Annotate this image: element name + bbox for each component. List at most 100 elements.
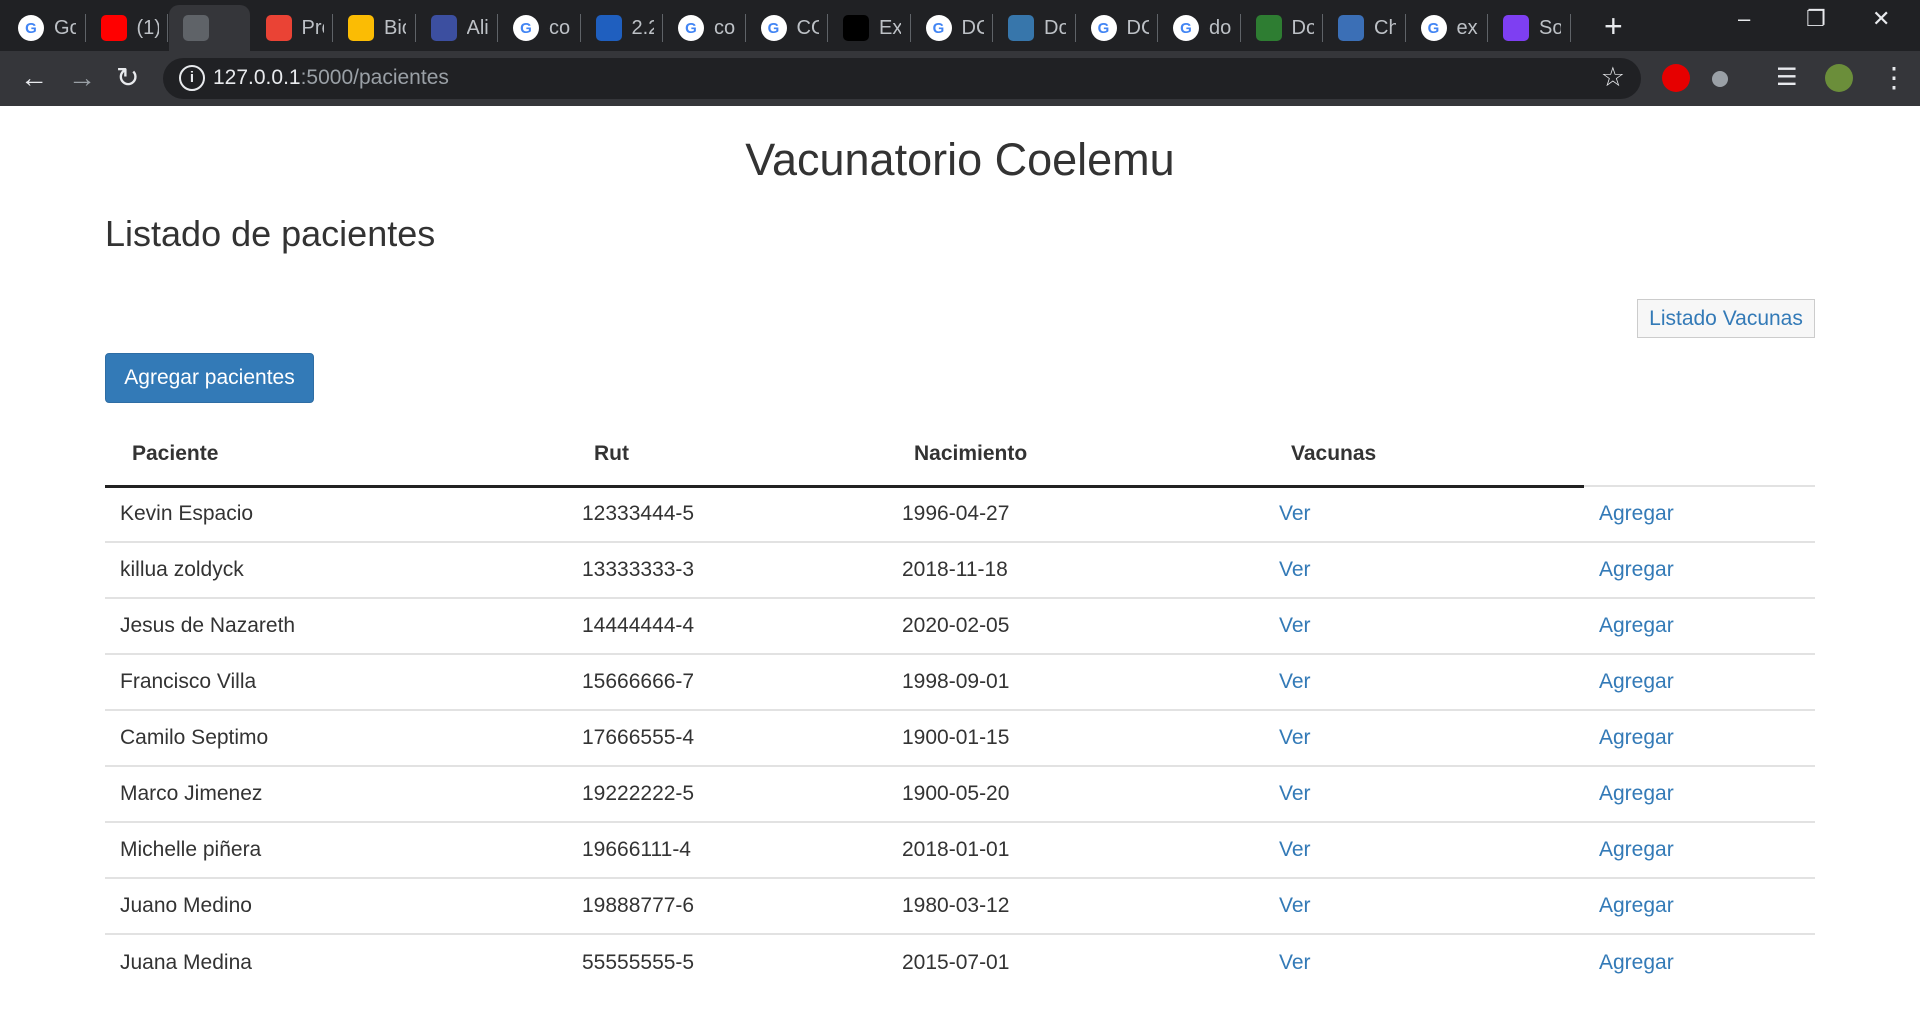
add-vaccine-cell: Agregar: [1584, 933, 1815, 990]
rut-cell: 12333444-5: [567, 485, 887, 542]
tab-title: 2.2: [631, 16, 654, 39]
view-vaccines-link[interactable]: Ver: [1279, 726, 1311, 749]
browser-tab[interactable]: Bic: [334, 5, 415, 51]
birth-date-cell: 1980-03-12: [887, 877, 1264, 934]
birth-date-cell: 1900-01-15: [902, 726, 1010, 749]
restore-icon[interactable]: ❐: [1806, 6, 1826, 32]
google-icon: G: [1173, 15, 1199, 41]
address-path: :5000/pacientes: [300, 66, 449, 89]
browser-tab[interactable]: Do: [994, 5, 1075, 51]
browser-tab[interactable]: Ex: [829, 5, 910, 51]
view-vaccines-cell: Ver: [1264, 821, 1584, 878]
browser-tab[interactable]: Ali: [417, 5, 498, 51]
gmail-icon: [265, 15, 292, 41]
browser-tab[interactable]: Gdo: [1159, 5, 1240, 51]
view-vaccines-cell: Ver: [1264, 709, 1584, 766]
close-window-icon[interactable]: ✕: [1872, 6, 1890, 32]
browser-tab[interactable]: Sol: [1489, 5, 1570, 51]
table-header-row: Paciente Rut Nacimiento Vacunas: [105, 424, 1815, 488]
page-title: Listado de pacientes: [105, 213, 436, 254]
view-vaccines-link[interactable]: Ver: [1279, 838, 1311, 861]
tab-title: DC: [1126, 16, 1149, 39]
view-vaccines-link[interactable]: Ver: [1279, 670, 1311, 693]
rut-cell: 14444444-4: [582, 614, 695, 637]
chart-icon: [1338, 15, 1364, 41]
add-vaccine-link[interactable]: Agregar: [1599, 502, 1674, 525]
patient-name-cell: Camilo Septimo: [105, 709, 567, 766]
tab-title: Bic: [384, 16, 406, 39]
add-vaccine-link[interactable]: Agregar: [1599, 670, 1674, 693]
adblock-extension-icon[interactable]: [1662, 64, 1690, 92]
minimize-icon[interactable]: –: [1738, 6, 1750, 32]
bookmark-star-icon[interactable]: ☆: [1601, 62, 1625, 93]
view-vaccines-cell: Ver: [1264, 597, 1584, 654]
tab-separator: [167, 14, 168, 42]
add-vaccine-cell: Agregar: [1584, 709, 1815, 766]
forward-icon[interactable]: →: [68, 61, 96, 95]
patient-name-cell: Jesus de Nazareth: [105, 597, 567, 654]
add-vaccine-cell: Agregar: [1584, 597, 1815, 654]
add-vaccine-cell: Agregar: [1584, 485, 1815, 542]
address-url[interactable]: 127.0.0.1:5000/pacientes: [213, 66, 449, 90]
back-icon[interactable]: ←: [20, 61, 48, 95]
view-vaccines-link[interactable]: Ver: [1279, 502, 1311, 525]
browser-tab[interactable]: G DC: [1077, 5, 1158, 51]
browser-tab[interactable]: G DC: [912, 5, 993, 51]
tab-separator: [414, 14, 416, 42]
view-vaccines-cell: Ver: [1264, 933, 1584, 990]
infinity-icon: [1503, 15, 1529, 41]
add-vaccine-link[interactable]: Agregar: [1599, 951, 1674, 974]
browser-tab[interactable]: Ch: [1324, 5, 1405, 51]
add-vaccine-link[interactable]: Agregar: [1599, 838, 1674, 861]
browser-tab[interactable]: Do: [1242, 5, 1323, 51]
media-control-icon[interactable]: ☰: [1776, 61, 1798, 95]
close-tab-icon[interactable]: ✕: [247, 14, 250, 43]
browser-tab[interactable]: (1): [87, 5, 168, 51]
add-vaccine-cell: Agregar: [1584, 877, 1815, 934]
header-rut: Rut: [567, 424, 887, 488]
tab-separator: [579, 14, 581, 42]
birth-date-cell: 1998-09-01: [902, 670, 1010, 693]
reload-icon[interactable]: ↻: [116, 61, 139, 95]
info-icon[interactable]: i: [179, 65, 205, 91]
browser-tab[interactable]: Prc: [252, 5, 333, 51]
view-vaccines-link[interactable]: Ver: [1279, 614, 1311, 637]
browser-tab[interactable]: ✕: [169, 5, 250, 51]
tab-separator: [1239, 14, 1241, 42]
address-bar[interactable]: i 127.0.0.1:5000/pacientes ☆: [163, 58, 1641, 99]
browser-tab[interactable]: Gex: [1407, 5, 1488, 51]
google-icon: G: [18, 15, 44, 41]
add-vaccine-link[interactable]: Agregar: [1599, 782, 1674, 805]
add-vaccine-cell: Agregar: [1584, 653, 1815, 710]
browser-tab[interactable]: Gcol: [499, 5, 580, 51]
birth-date-cell: 1996-04-27: [902, 502, 1010, 526]
add-patients-button[interactable]: Agregar pacientes: [105, 353, 314, 403]
view-vaccines-link[interactable]: Ver: [1279, 951, 1311, 974]
birth-date-cell: 2020-02-05: [887, 597, 1264, 654]
browser-tab[interactable]: 2.2: [582, 5, 663, 51]
add-vaccine-link[interactable]: Agregar: [1599, 726, 1674, 749]
header-actions: [1584, 424, 1815, 487]
patient-name-cell: Michelle piñera: [120, 838, 262, 861]
view-vaccines-cell: Ver: [1264, 877, 1584, 934]
list-vaccines-button[interactable]: Listado Vacunas: [1637, 299, 1815, 338]
browser-tab[interactable]: Gco: [664, 5, 745, 51]
new-tab-icon[interactable]: +: [1604, 8, 1623, 45]
birth-date-cell: 1900-01-15: [887, 709, 1264, 766]
tab-title: CO: [796, 16, 819, 39]
patient-name-cell: Juana Medina: [120, 950, 252, 974]
view-vaccines-link[interactable]: Ver: [1279, 782, 1311, 805]
view-vaccines-cell: Ver: [1264, 653, 1584, 710]
browser-tab[interactable]: G Go: [4, 5, 85, 51]
rut-cell: 19222222-5: [567, 765, 887, 822]
add-vaccine-link[interactable]: Agregar: [1599, 558, 1674, 581]
extension-icon[interactable]: [1712, 71, 1728, 87]
profile-avatar[interactable]: [1825, 64, 1853, 92]
add-vaccine-link[interactable]: Agregar: [1599, 614, 1674, 637]
view-vaccines-link[interactable]: Ver: [1279, 558, 1311, 581]
tab-title: Ali: [466, 16, 489, 39]
view-vaccines-link[interactable]: Ver: [1279, 894, 1311, 917]
menu-icon[interactable]: ⋮: [1880, 61, 1908, 95]
browser-tab[interactable]: G CO: [747, 5, 828, 51]
add-vaccine-link[interactable]: Agregar: [1599, 894, 1674, 917]
